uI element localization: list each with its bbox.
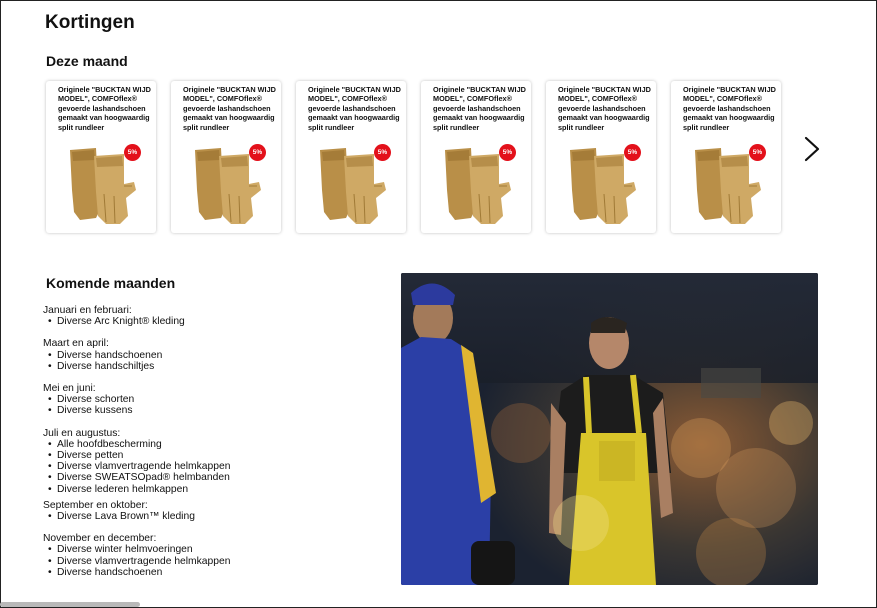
product-carousel: Originele "BUCKTAN WIJD MODEL", COMFOfle… xyxy=(45,81,785,235)
schedule-period: Juli en augustus: xyxy=(43,427,121,439)
product-card[interactable]: Originele "BUCKTAN WIJD MODEL", COMFOfle… xyxy=(421,81,531,233)
upcoming-schedule: Januari en februari: Diverse Arc Knight®… xyxy=(43,305,373,578)
discount-badge: 5% xyxy=(624,144,641,161)
schedule-list: Diverse winter helmvoeringen Diverse vla… xyxy=(43,544,373,578)
discount-badge: 5% xyxy=(249,144,266,161)
product-title: Originele "BUCKTAN WIJD MODEL", COMFOfle… xyxy=(183,85,276,132)
schedule-group: Maart en april: Diverse handschoenen Div… xyxy=(43,338,373,372)
schedule-list: Diverse schorten Diverse kussens xyxy=(43,394,373,417)
schedule-period: Maart en april: xyxy=(43,338,109,350)
schedule-period: Januari en februari: xyxy=(43,305,132,316)
list-item: Diverse lederen helmkappen xyxy=(48,484,373,495)
workers-photo xyxy=(401,273,818,585)
discount-badge: 5% xyxy=(374,144,391,161)
list-item: Diverse handschiltjes xyxy=(48,361,373,372)
schedule-period: September en oktober: xyxy=(43,499,148,511)
horizontal-scrollbar[interactable] xyxy=(0,602,140,607)
product-title: Originele "BUCKTAN WIJD MODEL", COMFOfle… xyxy=(308,85,401,132)
product-card[interactable]: Originele "BUCKTAN WIJD MODEL", COMFOfle… xyxy=(171,81,281,233)
schedule-list: Diverse Lava Brown™ kleding xyxy=(43,511,373,522)
list-item: Diverse vlamvertragende helmkappen xyxy=(48,556,373,567)
list-item: Diverse winter helmvoeringen xyxy=(48,544,373,555)
discount-badge: 5% xyxy=(124,144,141,161)
list-item: Diverse schorten xyxy=(48,394,373,405)
schedule-period: November en december: xyxy=(43,533,157,545)
chevron-right-icon[interactable] xyxy=(802,136,822,162)
schedule-group: November en december: Diverse winter hel… xyxy=(43,533,373,578)
schedule-list: Diverse Arc Knight® kleding xyxy=(43,316,373,327)
product-title: Originele "BUCKTAN WIJD MODEL", COMFOfle… xyxy=(433,85,526,132)
discount-badge: 5% xyxy=(749,144,766,161)
section-title-upcoming: Komende maanden xyxy=(46,275,176,291)
schedule-list: Alle hoofdbescherming Diverse petten Div… xyxy=(43,439,373,495)
product-title: Originele "BUCKTAN WIJD MODEL", COMFOfle… xyxy=(683,85,776,132)
product-card[interactable]: Originele "BUCKTAN WIJD MODEL", COMFOfle… xyxy=(671,81,781,233)
list-item: Diverse kussens xyxy=(48,405,373,416)
list-item: Diverse vlamvertragende helmkappen xyxy=(48,461,373,472)
schedule-period: Mei en juni: xyxy=(43,383,96,395)
schedule-list: Diverse handschoenen Diverse handschiltj… xyxy=(43,350,373,373)
schedule-group: Mei en juni: Diverse schorten Diverse ku… xyxy=(43,383,373,417)
product-card[interactable]: Originele "BUCKTAN WIJD MODEL", COMFOfle… xyxy=(546,81,656,233)
list-item: Diverse Lava Brown™ kleding xyxy=(48,511,373,522)
product-card[interactable]: Originele "BUCKTAN WIJD MODEL", COMFOfle… xyxy=(296,81,406,233)
list-item: Diverse petten xyxy=(48,450,373,461)
section-title-this-month: Deze maand xyxy=(46,53,128,69)
schedule-group: Juli en augustus: Alle hoofdbescherming … xyxy=(43,428,373,495)
list-item: Alle hoofdbescherming xyxy=(48,439,373,450)
list-item: Diverse handschoenen xyxy=(48,350,373,361)
product-title: Originele "BUCKTAN WIJD MODEL", COMFOfle… xyxy=(58,85,151,132)
schedule-group: September en oktober: Diverse Lava Brown… xyxy=(43,499,373,523)
discount-badge: 5% xyxy=(499,144,516,161)
schedule-group: Januari en februari: Diverse Arc Knight®… xyxy=(43,305,373,328)
product-card[interactable]: Originele "BUCKTAN WIJD MODEL", COMFOfle… xyxy=(46,81,156,233)
list-item: Diverse SWEATSOpad® helmbanden xyxy=(48,472,373,483)
list-item: Diverse handschoenen xyxy=(48,567,373,578)
list-item: Diverse Arc Knight® kleding xyxy=(48,316,373,327)
product-title: Originele "BUCKTAN WIJD MODEL", COMFOfle… xyxy=(558,85,651,132)
page-title: Kortingen xyxy=(45,12,135,33)
